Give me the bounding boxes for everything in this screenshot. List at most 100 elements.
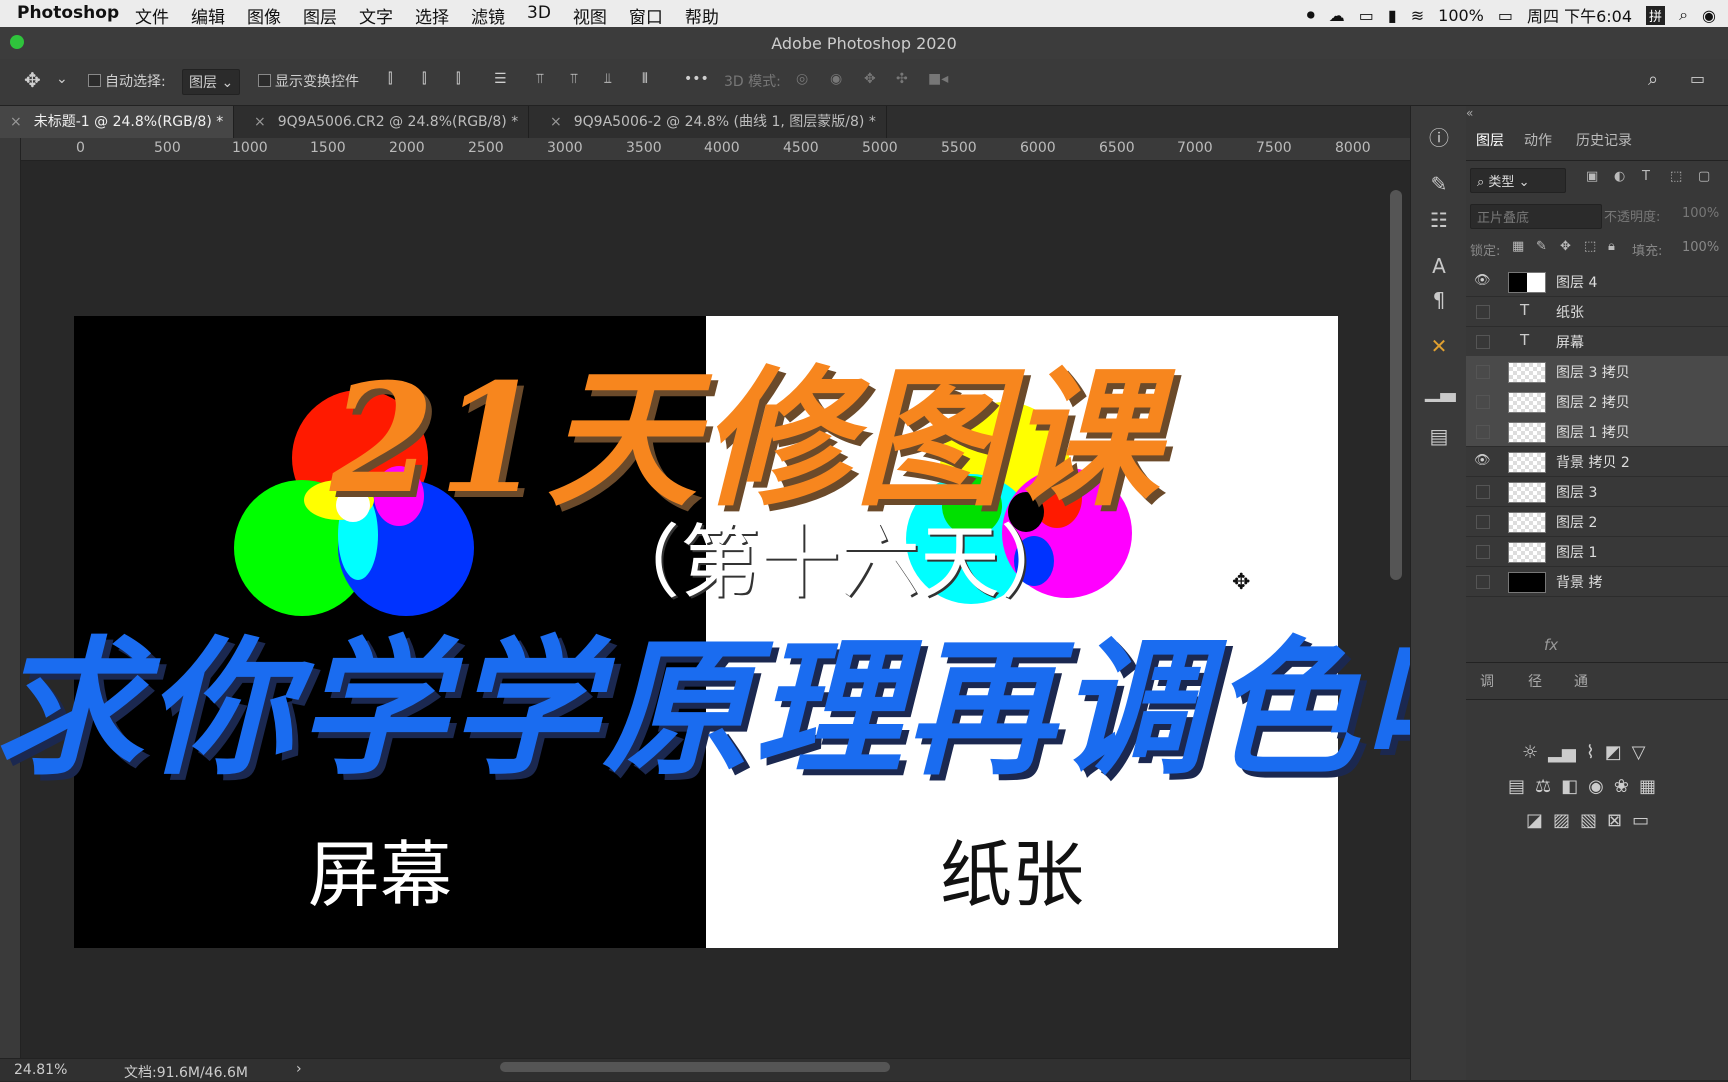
search-icon[interactable]: ⌕: [1679, 5, 1688, 25]
layer-row[interactable]: 图层 1 拷贝: [1466, 416, 1728, 447]
visibility-toggle[interactable]: [1476, 335, 1490, 349]
hue-saturation-icon[interactable]: ▤: [1508, 776, 1525, 797]
visibility-toggle[interactable]: [1476, 425, 1490, 439]
fx-label[interactable]: fx: [1544, 636, 1558, 654]
lock-artboard-icon[interactable]: ⬚: [1584, 239, 1596, 254]
filter-pixel-icon[interactable]: ▣: [1586, 169, 1598, 184]
tab-history[interactable]: 历史记录: [1576, 130, 1632, 150]
visibility-toggle[interactable]: [1476, 395, 1490, 409]
distribute-vertical-icon[interactable]: ⫴: [642, 71, 648, 87]
menu-select[interactable]: 选择: [415, 3, 449, 28]
blend-mode-dropdown[interactable]: 正片叠底: [1470, 204, 1602, 229]
align-right-icon[interactable]: ⫿: [456, 71, 460, 87]
pan-3d-icon[interactable]: ✥: [864, 71, 876, 87]
menu-edit[interactable]: 编辑: [191, 3, 225, 28]
color-lookup-icon[interactable]: ▦: [1639, 776, 1656, 797]
exposure-icon[interactable]: ◩: [1605, 742, 1622, 763]
close-icon[interactable]: ×: [254, 114, 266, 130]
clock[interactable]: 周四 下午6:04: [1527, 3, 1632, 27]
visibility-toggle[interactable]: [1476, 305, 1490, 319]
menu-help[interactable]: 帮助: [685, 3, 719, 28]
collapse-arrows-icon[interactable]: «: [1466, 106, 1728, 120]
distribute-icon[interactable]: ☰: [494, 71, 507, 87]
layer-row[interactable]: 👁︎ 图层 4: [1466, 266, 1728, 297]
orbit-3d-icon[interactable]: ◎: [796, 71, 808, 87]
black-white-icon[interactable]: ◧: [1561, 776, 1578, 797]
search-icon[interactable]: ⌕: [1648, 69, 1658, 90]
layer-row[interactable]: 图层 2: [1466, 506, 1728, 537]
channel-mixer-icon[interactable]: ❀: [1614, 776, 1629, 797]
input-method-icon[interactable]: 拼: [1646, 5, 1666, 25]
vertical-scrollbar[interactable]: [1390, 190, 1402, 580]
layer-row[interactable]: 👁︎ 背景 拷贝 2: [1466, 446, 1728, 477]
record-icon[interactable]: ⏺: [1307, 5, 1315, 25]
menu-window[interactable]: 窗口: [629, 3, 663, 28]
menu-file[interactable]: 文件: [135, 3, 169, 28]
paragraph-icon[interactable]: ¶: [1425, 286, 1453, 314]
align-left-icon[interactable]: ⫿: [388, 71, 392, 87]
filter-type-dropdown[interactable]: ⌕ 类型 ⌄: [1470, 168, 1566, 193]
visibility-toggle[interactable]: [1476, 575, 1490, 589]
histogram-icon[interactable]: ▁▃: [1425, 376, 1456, 404]
battery-percent[interactable]: 100%: [1438, 6, 1484, 25]
move-tool-icon[interactable]: ✥: [24, 68, 41, 92]
lock-transparency-icon[interactable]: ▦: [1512, 239, 1524, 254]
menu-3d[interactable]: 3D: [527, 3, 551, 28]
menu-image[interactable]: 图像: [247, 3, 281, 28]
align-bottom-icon[interactable]: ⫫: [604, 71, 612, 87]
align-middle-icon[interactable]: ⫪: [570, 71, 578, 87]
lock-position-icon[interactable]: ✥: [1560, 239, 1571, 254]
align-center-icon[interactable]: ⫿: [422, 71, 426, 87]
lock-brush-icon[interactable]: ✎: [1536, 239, 1547, 254]
status-menu-arrow[interactable]: ›: [296, 1061, 302, 1077]
chevron-down-icon[interactable]: ⌄: [56, 71, 68, 87]
visibility-toggle[interactable]: [1476, 485, 1490, 499]
filter-smart-object-icon[interactable]: ▢: [1698, 169, 1710, 184]
roll-3d-icon[interactable]: ◉: [830, 71, 842, 87]
slide-3d-icon[interactable]: ✣: [896, 71, 908, 87]
eye-icon[interactable]: 👁︎: [1474, 453, 1491, 469]
filter-type-icon[interactable]: T: [1642, 169, 1650, 184]
curves-icon[interactable]: ⌇: [1586, 742, 1595, 763]
opacity-value[interactable]: 100%: [1682, 206, 1719, 221]
selective-color-icon[interactable]: ⊠: [1607, 810, 1622, 831]
filter-shape-icon[interactable]: ⬚: [1670, 169, 1682, 184]
menu-layer[interactable]: 图层: [303, 3, 337, 28]
layer-row[interactable]: 图层 1: [1466, 536, 1728, 567]
creative-cloud-icon[interactable]: ☁: [1329, 6, 1345, 25]
scale-3d-icon[interactable]: ■◂: [928, 71, 948, 87]
visibility-toggle[interactable]: [1476, 515, 1490, 529]
wifi-icon[interactable]: ≋: [1411, 6, 1424, 25]
tools-icon[interactable]: ✕: [1425, 332, 1453, 360]
menu-type[interactable]: 文字: [359, 3, 393, 28]
zoom-level[interactable]: 24.81%: [14, 1062, 67, 1078]
close-icon[interactable]: ×: [10, 114, 22, 130]
horizontal-scrollbar[interactable]: [500, 1062, 890, 1072]
close-icon[interactable]: ×: [550, 114, 562, 130]
filter-adjustment-icon[interactable]: ◐: [1614, 169, 1625, 184]
fill-value[interactable]: 100%: [1682, 240, 1719, 255]
tab-layers[interactable]: 图层: [1476, 130, 1504, 150]
siri-icon[interactable]: ◉: [1702, 6, 1716, 25]
adjustments-slider-icon[interactable]: ☷: [1425, 206, 1453, 234]
show-transform-checkbox[interactable]: 显示变换控件: [258, 71, 359, 91]
tab-document-1[interactable]: × 未标题-1 @ 24.8%(RGB/8) *: [0, 106, 235, 138]
layer-row[interactable]: 图层 3 拷贝: [1466, 356, 1728, 387]
color-balance-icon[interactable]: ⚖: [1535, 776, 1551, 797]
auto-select-checkbox[interactable]: 自动选择:: [88, 71, 166, 91]
workspace-icon[interactable]: ▭: [1690, 69, 1705, 88]
gradient-map-icon[interactable]: ▭: [1632, 810, 1649, 831]
layer-row[interactable]: 图层 3: [1466, 476, 1728, 507]
eye-icon[interactable]: 👁︎: [1474, 273, 1491, 289]
layer-row[interactable]: T 屏幕: [1466, 326, 1728, 357]
tab-paths[interactable]: 径: [1528, 671, 1542, 691]
vibrance-icon[interactable]: ▽: [1632, 742, 1646, 763]
horizontal-ruler[interactable]: 0 500 1000 1500 2000 2500 3000 3500 4000…: [20, 138, 1410, 161]
layer-row[interactable]: 图层 2 拷贝: [1466, 386, 1728, 417]
layer-row[interactable]: 背景 拷: [1466, 566, 1728, 597]
tab-adjustments[interactable]: 调: [1480, 671, 1494, 691]
visibility-toggle[interactable]: [1476, 365, 1490, 379]
app-menu[interactable]: Photoshop: [17, 3, 119, 23]
posterize-icon[interactable]: ▨: [1553, 810, 1570, 831]
layer-row[interactable]: T 纸张: [1466, 296, 1728, 327]
